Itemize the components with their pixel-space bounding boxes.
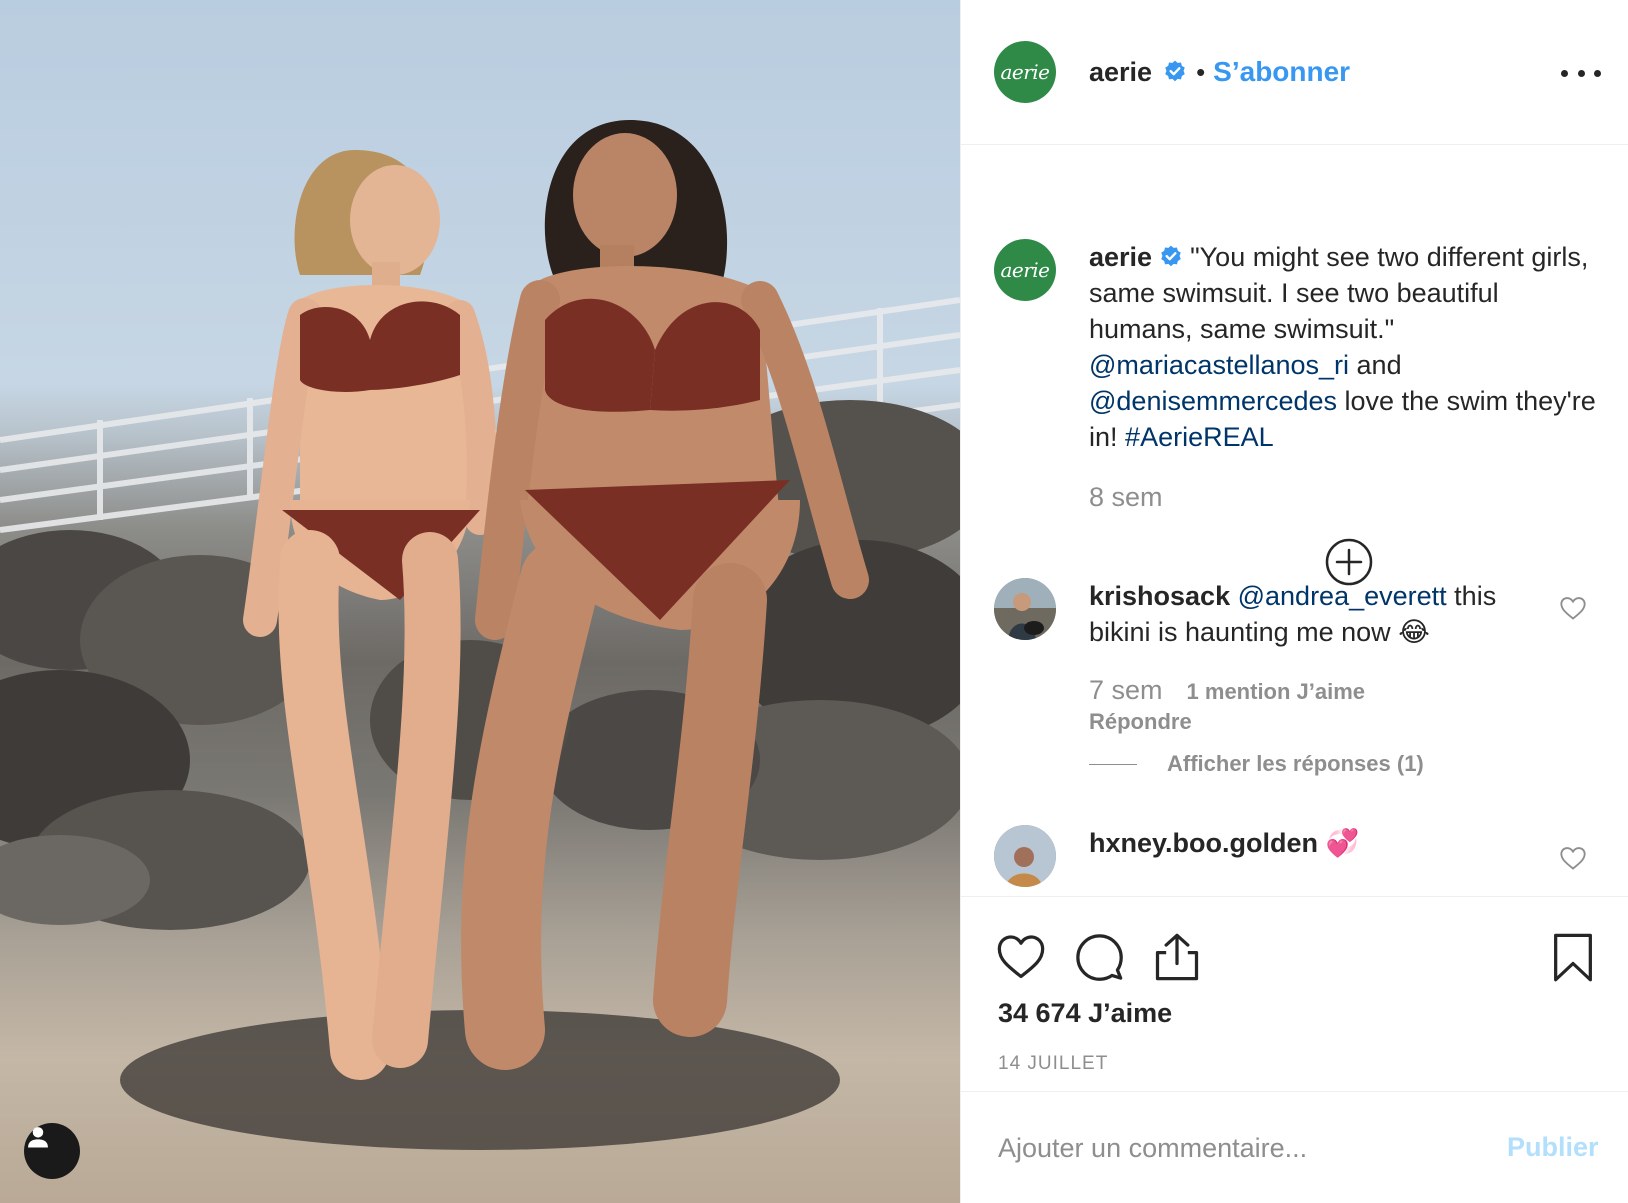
post-photo[interactable] bbox=[0, 0, 960, 1203]
reply-button[interactable]: Répondre bbox=[1089, 709, 1192, 735]
caption-avatar[interactable]: aerie bbox=[994, 239, 1056, 301]
view-replies-label: Afficher les réponses (1) bbox=[1167, 751, 1424, 776]
caption-mention-1[interactable]: @mariacastellanos_ri bbox=[1089, 350, 1349, 380]
comment-text: hxney.boo.golden 💞 bbox=[1089, 825, 1559, 861]
verified-badge-icon bbox=[1165, 60, 1185, 82]
header-separator: • bbox=[1196, 56, 1206, 87]
view-replies-button[interactable]: Afficher les réponses (1) bbox=[1089, 751, 1424, 777]
bookmark-icon[interactable] bbox=[1547, 931, 1599, 983]
likes-count[interactable]: 34 674 J’aime bbox=[998, 998, 1172, 1029]
post-date[interactable]: 14 JUILLET bbox=[998, 1053, 1108, 1075]
caption-timestamp[interactable]: 8 sem bbox=[1089, 482, 1163, 513]
comment-avatar[interactable] bbox=[994, 578, 1056, 640]
heart-icon[interactable] bbox=[995, 931, 1047, 983]
comment-mention[interactable]: @andrea_everett bbox=[1238, 581, 1447, 611]
comment-username[interactable]: hxney.boo.golden bbox=[1089, 828, 1318, 858]
replies-divider bbox=[1089, 763, 1137, 765]
hearts-emoji: 💞 bbox=[1325, 828, 1360, 858]
follow-button[interactable]: S’abonner bbox=[1213, 56, 1350, 88]
heart-icon[interactable] bbox=[1559, 595, 1587, 621]
comment-likes[interactable]: 1 mention J’aime bbox=[1187, 679, 1366, 704]
caption-mention-2[interactable]: @denisemmercedes bbox=[1089, 386, 1337, 416]
comment-input[interactable] bbox=[998, 1123, 1478, 1173]
user-tag-button[interactable] bbox=[24, 1123, 80, 1179]
post-actions: 34 674 J’aime 14 JUILLET bbox=[961, 896, 1628, 1092]
more-options-icon[interactable] bbox=[1561, 58, 1601, 88]
share-icon[interactable] bbox=[1151, 931, 1203, 983]
publish-button[interactable]: Publier bbox=[1507, 1132, 1599, 1163]
post-header: aerie aerie • S’abonner bbox=[961, 0, 1628, 145]
caption-username[interactable]: aerie bbox=[1089, 242, 1152, 272]
comment-text: krishosack @andrea_everett this bikini i… bbox=[1089, 578, 1559, 650]
comment-meta: 7 sem 1 mention J’aime bbox=[1089, 675, 1365, 706]
user-tag-icon bbox=[28, 1127, 48, 1148]
photo-illustration bbox=[0, 120, 960, 1150]
comment-timestamp[interactable]: 7 sem bbox=[1089, 675, 1163, 705]
avatar-photo bbox=[994, 578, 1056, 640]
laughing-emoji: 😂 bbox=[1398, 617, 1430, 647]
avatar-photo bbox=[994, 825, 1056, 887]
comment-avatar[interactable] bbox=[994, 825, 1056, 887]
comment-icon[interactable] bbox=[1073, 931, 1125, 983]
caption-hashtag[interactable]: #AerieREAL bbox=[1125, 422, 1274, 452]
caption-avatar-logo-text: aerie bbox=[1000, 258, 1050, 282]
verified-badge-icon bbox=[1161, 245, 1181, 267]
comment-username[interactable]: krishosack bbox=[1089, 581, 1230, 611]
comments-list[interactable]: aerie aerie "You might see two different… bbox=[961, 146, 1628, 896]
add-comment-section: Publier bbox=[961, 1093, 1628, 1203]
header-user-row: aerie • S’abonner bbox=[1089, 54, 1350, 90]
header-username[interactable]: aerie bbox=[1089, 57, 1152, 88]
heart-icon[interactable] bbox=[1559, 845, 1587, 871]
caption-and: and bbox=[1356, 350, 1402, 380]
avatar[interactable]: aerie bbox=[994, 41, 1056, 103]
avatar-logo-text: aerie bbox=[1000, 60, 1050, 84]
post-side-panel: aerie aerie • S’abonner aerie aerie "You… bbox=[960, 0, 1628, 1203]
caption-text: aerie "You might see two different girls… bbox=[1089, 239, 1599, 455]
